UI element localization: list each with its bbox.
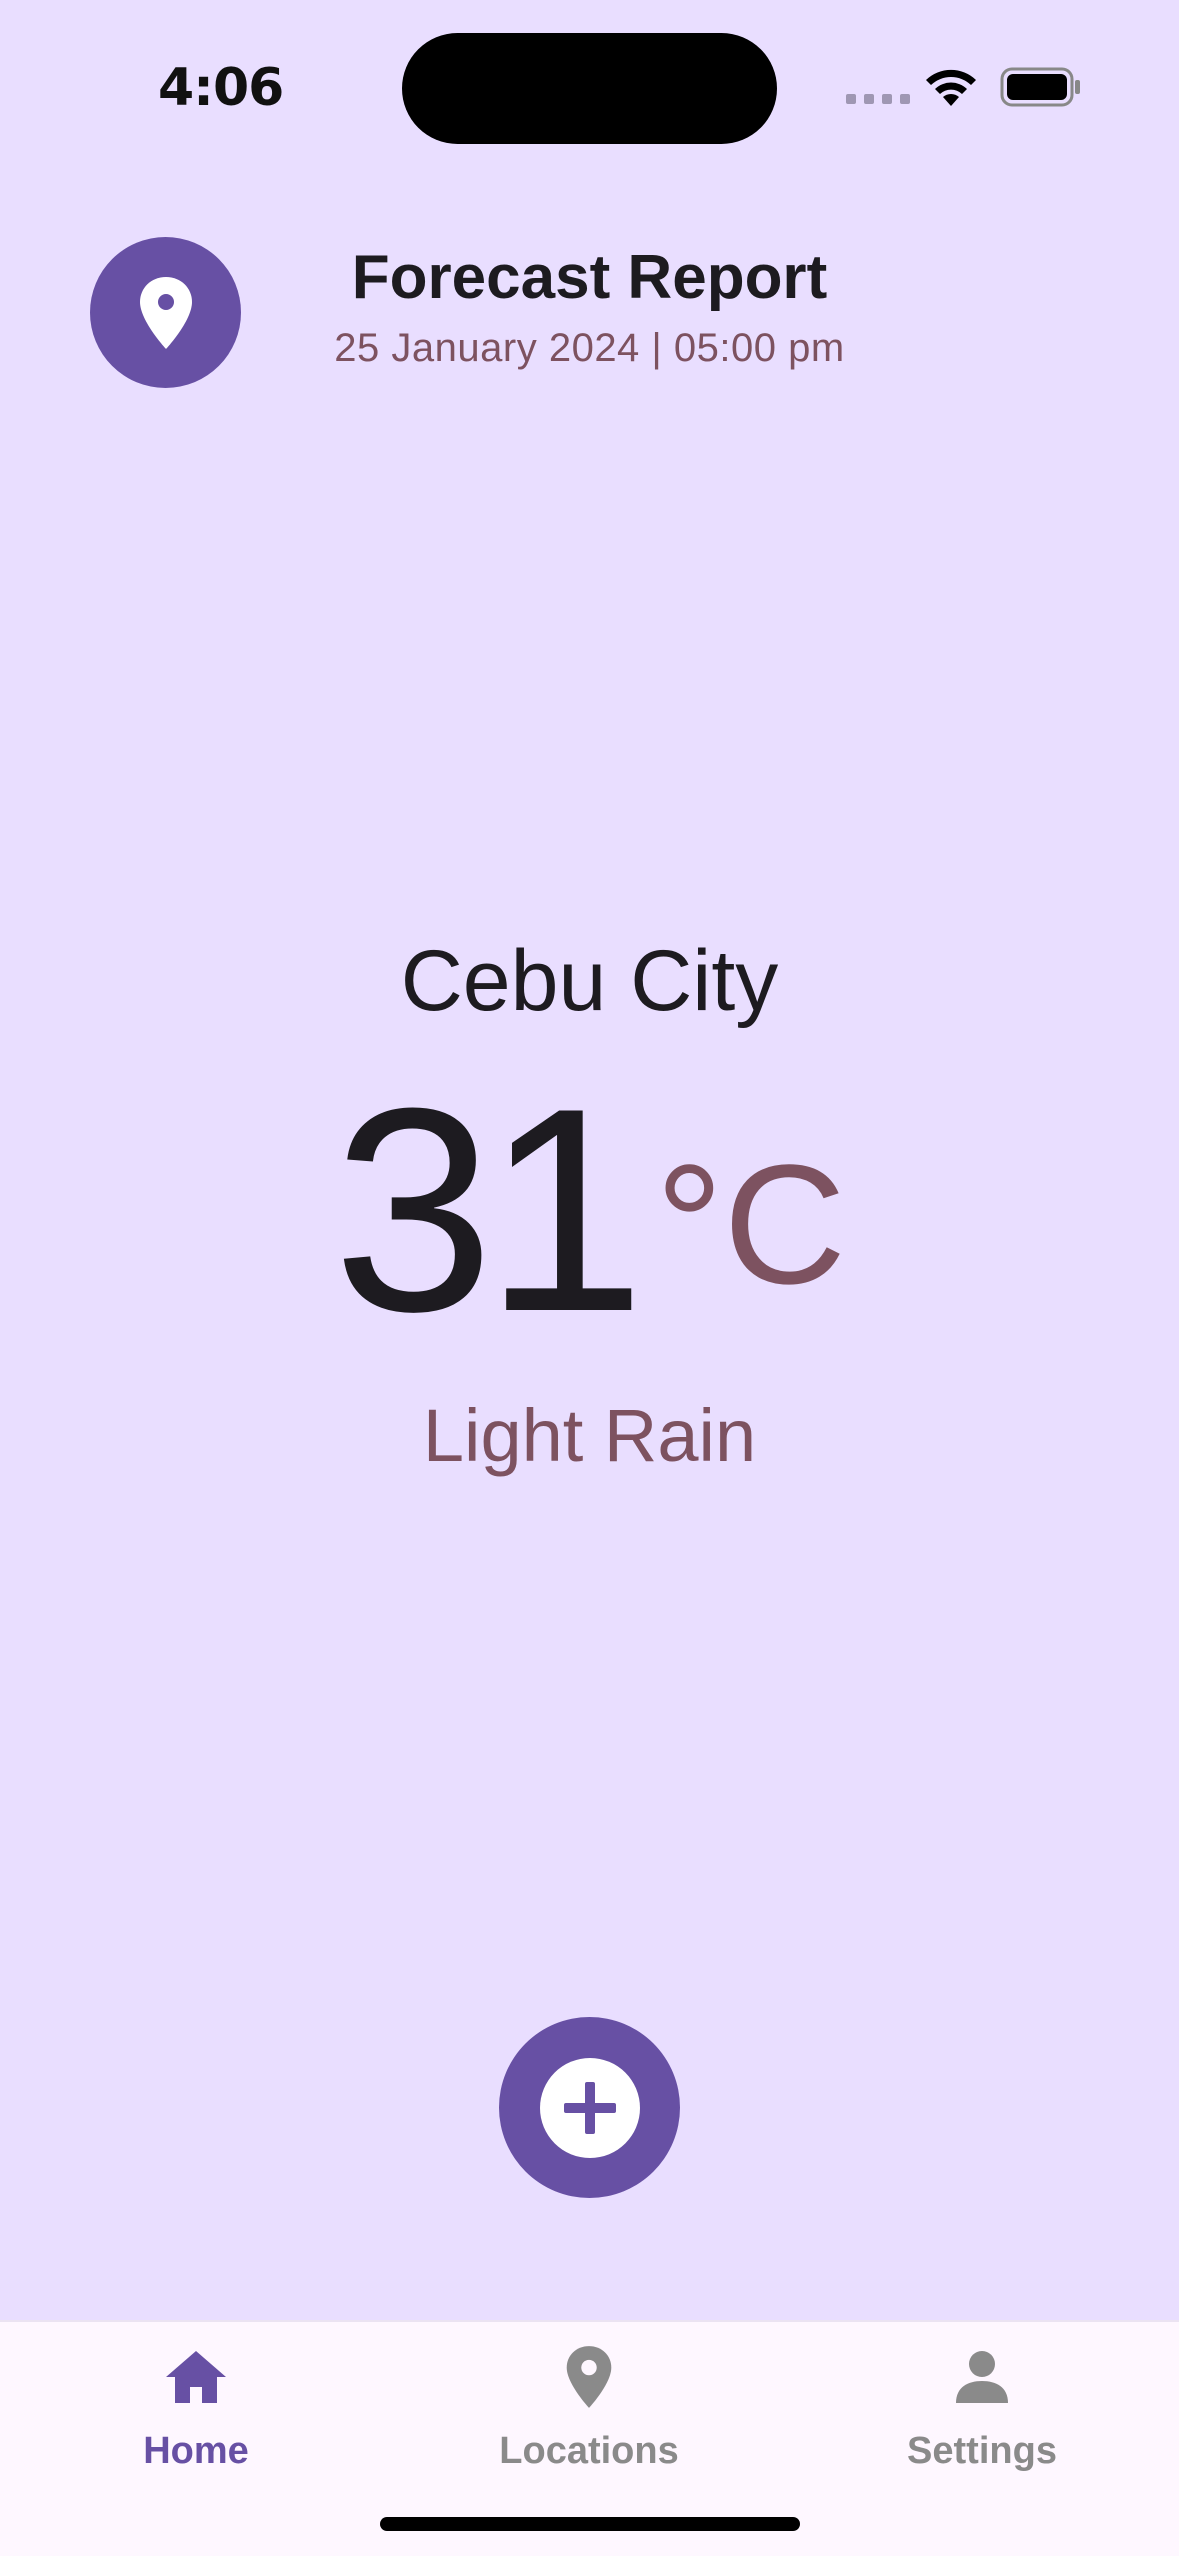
report-datetime: 25 January 2024 | 05:00 pm [334,326,845,370]
nav-item-home[interactable]: Home [46,2322,346,2482]
person-icon [954,2342,1010,2412]
home-icon [164,2342,228,2412]
wifi-icon [926,69,976,106]
location-pin-icon [565,2342,613,2412]
temperature-value: 31 [332,1048,646,1372]
nav-item-settings[interactable]: Settings [832,2322,1132,2482]
page-title: Forecast Report [351,243,828,312]
plus-icon [563,2081,616,2134]
app-screen: 4:06 Forecast Report 25 January 2024 | 0… [0,0,1179,2556]
plus-circle-icon [539,2057,640,2158]
temperature-unit: °C [655,1130,847,1320]
status-time: 4:06 [158,58,284,118]
home-indicator[interactable] [380,2517,800,2531]
nav-label-locations: Locations [499,2430,679,2472]
add-location-button[interactable] [499,2017,680,2198]
nav-item-locations[interactable]: Locations [439,2322,739,2482]
temperature-display: 31 °C [0,1048,1179,1372]
cellular-signal-icon [846,94,910,104]
city-name: Cebu City [400,933,779,1029]
nav-label-home: Home [143,2430,249,2472]
weather-condition: Light Rain [422,1394,757,1477]
battery-icon [1000,67,1080,107]
dynamic-island [402,33,777,144]
nav-label-settings: Settings [907,2430,1057,2472]
